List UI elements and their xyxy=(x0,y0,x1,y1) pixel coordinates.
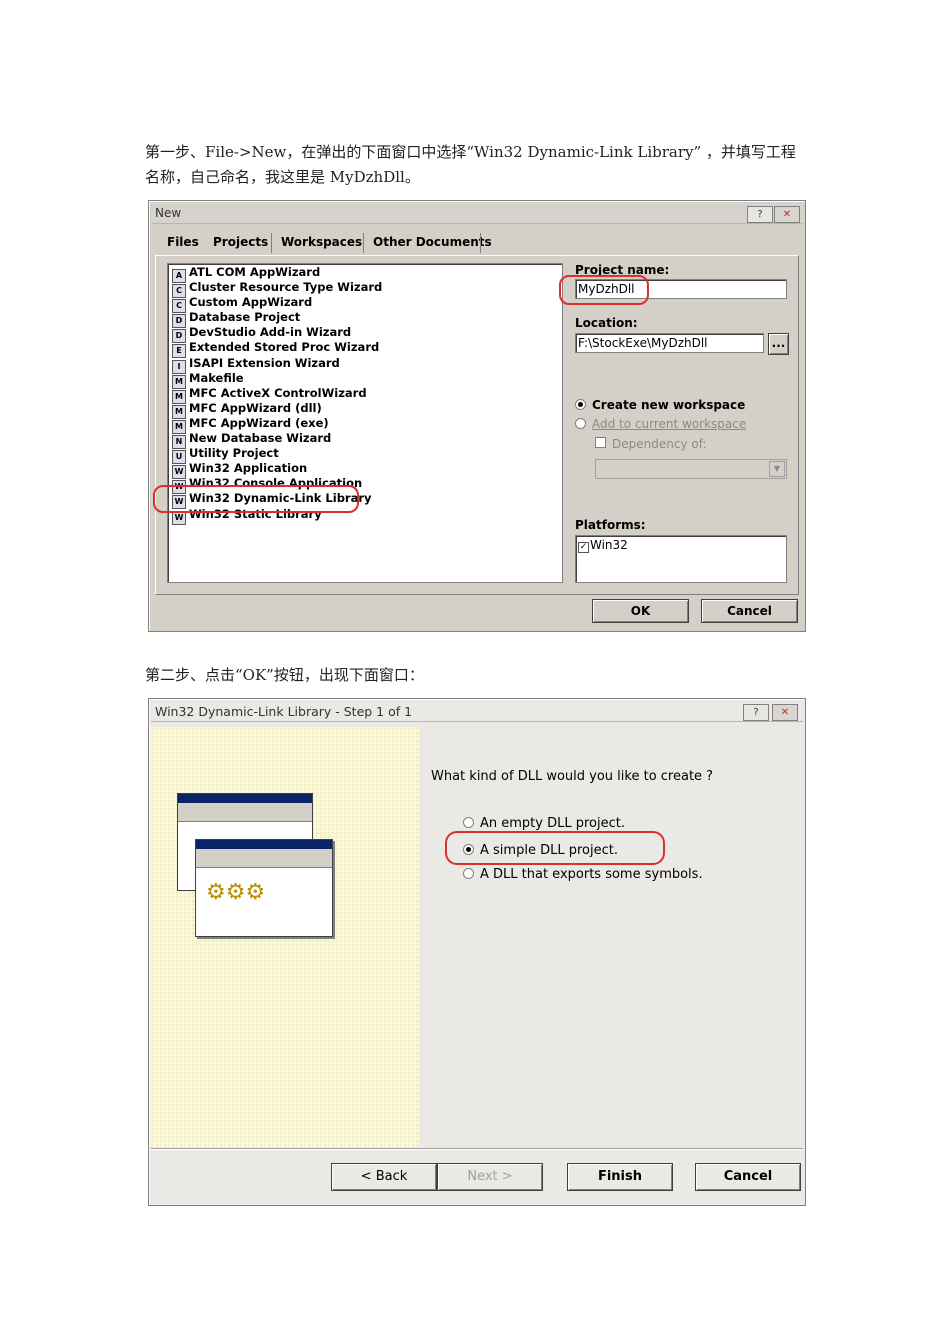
highlight-oval xyxy=(445,831,665,865)
window-illustration-icon: ⚙⚙⚙ xyxy=(195,839,333,937)
platforms-list[interactable]: ✓ Win32 xyxy=(575,535,787,583)
step1-paragraph: 第一步、File->New，在弹出的下面窗口中选择“Win32 Dynamic-… xyxy=(145,143,796,186)
cancel-button[interactable]: Cancel xyxy=(701,599,798,623)
new-dialog-title: New xyxy=(155,206,182,220)
create-workspace-radio[interactable]: Create new workspace xyxy=(575,398,745,412)
list-item[interactable]: M Makefile xyxy=(172,371,244,389)
option-empty-dll[interactable]: An empty DLL project. xyxy=(463,816,625,831)
close-button[interactable]: ✕ xyxy=(774,206,800,223)
tab-projects[interactable]: Projects xyxy=(207,231,275,253)
help-button[interactable]: ? xyxy=(743,704,769,721)
new-dialog: New ? ✕ Files Projects Workspaces Other … xyxy=(148,200,806,632)
list-item[interactable]: U Utility Project xyxy=(172,446,279,464)
dependency-checkbox[interactable]: Dependency of: xyxy=(595,437,707,451)
highlight-oval xyxy=(559,275,649,305)
location-label: Location: xyxy=(575,316,638,330)
list-item[interactable]: N New Database Wizard xyxy=(172,431,331,449)
platforms-label: Platforms: xyxy=(575,518,646,532)
close-button[interactable]: ✕ xyxy=(772,704,798,721)
gear-icon: ⚙⚙⚙ xyxy=(206,880,266,905)
wizard-dialog: Win32 Dynamic-Link Library - Step 1 of 1… xyxy=(148,698,806,1206)
location-input[interactable]: F:\StockExe\MyDzhDll xyxy=(575,333,764,353)
list-item[interactable]: D DevStudio Add-in Wizard xyxy=(172,325,351,343)
tab-files[interactable]: Files xyxy=(161,231,205,253)
highlight-oval xyxy=(153,485,359,513)
project-type-list[interactable]: A ATL COM AppWizard C Cluster Resource Typ… xyxy=(167,263,563,583)
wizard-illustration-panel: ⚙⚙⚙ xyxy=(151,727,419,1147)
browse-button[interactable]: ... xyxy=(768,333,789,355)
new-dialog-titlebar: New ? ✕ xyxy=(151,203,803,224)
tab-other-documents[interactable]: Other Documents xyxy=(367,231,498,253)
wizard-question: What kind of DLL would you like to creat… xyxy=(431,769,714,784)
finish-button[interactable]: Finish xyxy=(567,1163,673,1191)
option-exports-dll[interactable]: A DLL that exports some symbols. xyxy=(463,867,703,882)
list-item[interactable]: W Win32 Application xyxy=(172,461,307,479)
list-item[interactable]: M MFC AppWizard (exe) xyxy=(172,416,329,434)
list-item[interactable]: I ISAPI Extension Wizard xyxy=(172,356,340,374)
cancel-button[interactable]: Cancel xyxy=(695,1163,801,1191)
list-item[interactable]: C Cluster Resource Type Wizard xyxy=(172,280,382,298)
location-value: F:\StockExe\MyDzhDll xyxy=(578,336,708,350)
list-item[interactable]: M MFC ActiveX ControlWizard xyxy=(172,386,367,404)
ok-button[interactable]: OK xyxy=(592,599,689,623)
wizard-titlebar: Win32 Dynamic-Link Library - Step 1 of 1… xyxy=(151,701,803,722)
back-button[interactable]: < Back xyxy=(331,1163,437,1191)
next-button[interactable]: Next > xyxy=(437,1163,543,1191)
help-button[interactable]: ? xyxy=(747,206,773,223)
list-item[interactable]: D Database Project xyxy=(172,310,300,328)
platform-item[interactable]: ✓ Win32 xyxy=(578,538,628,553)
chevron-down-icon: ▼ xyxy=(769,461,785,477)
list-item[interactable]: C Custom AppWizard xyxy=(172,295,312,313)
step2-paragraph: 第二步、点击“OK”按钮，出现下面窗口： xyxy=(145,666,424,684)
dependency-select[interactable]: ▼ xyxy=(595,459,787,479)
list-item[interactable]: M MFC AppWizard (dll) xyxy=(172,401,322,419)
add-workspace-radio[interactable]: Add to current workspace xyxy=(575,417,746,431)
wizard-title: Win32 Dynamic-Link Library - Step 1 of 1 xyxy=(155,704,413,719)
list-item[interactable]: A ATL COM AppWizard xyxy=(172,265,320,283)
list-item[interactable]: E Extended Stored Proc Wizard xyxy=(172,340,379,358)
tab-workspaces[interactable]: Workspaces xyxy=(275,231,368,253)
